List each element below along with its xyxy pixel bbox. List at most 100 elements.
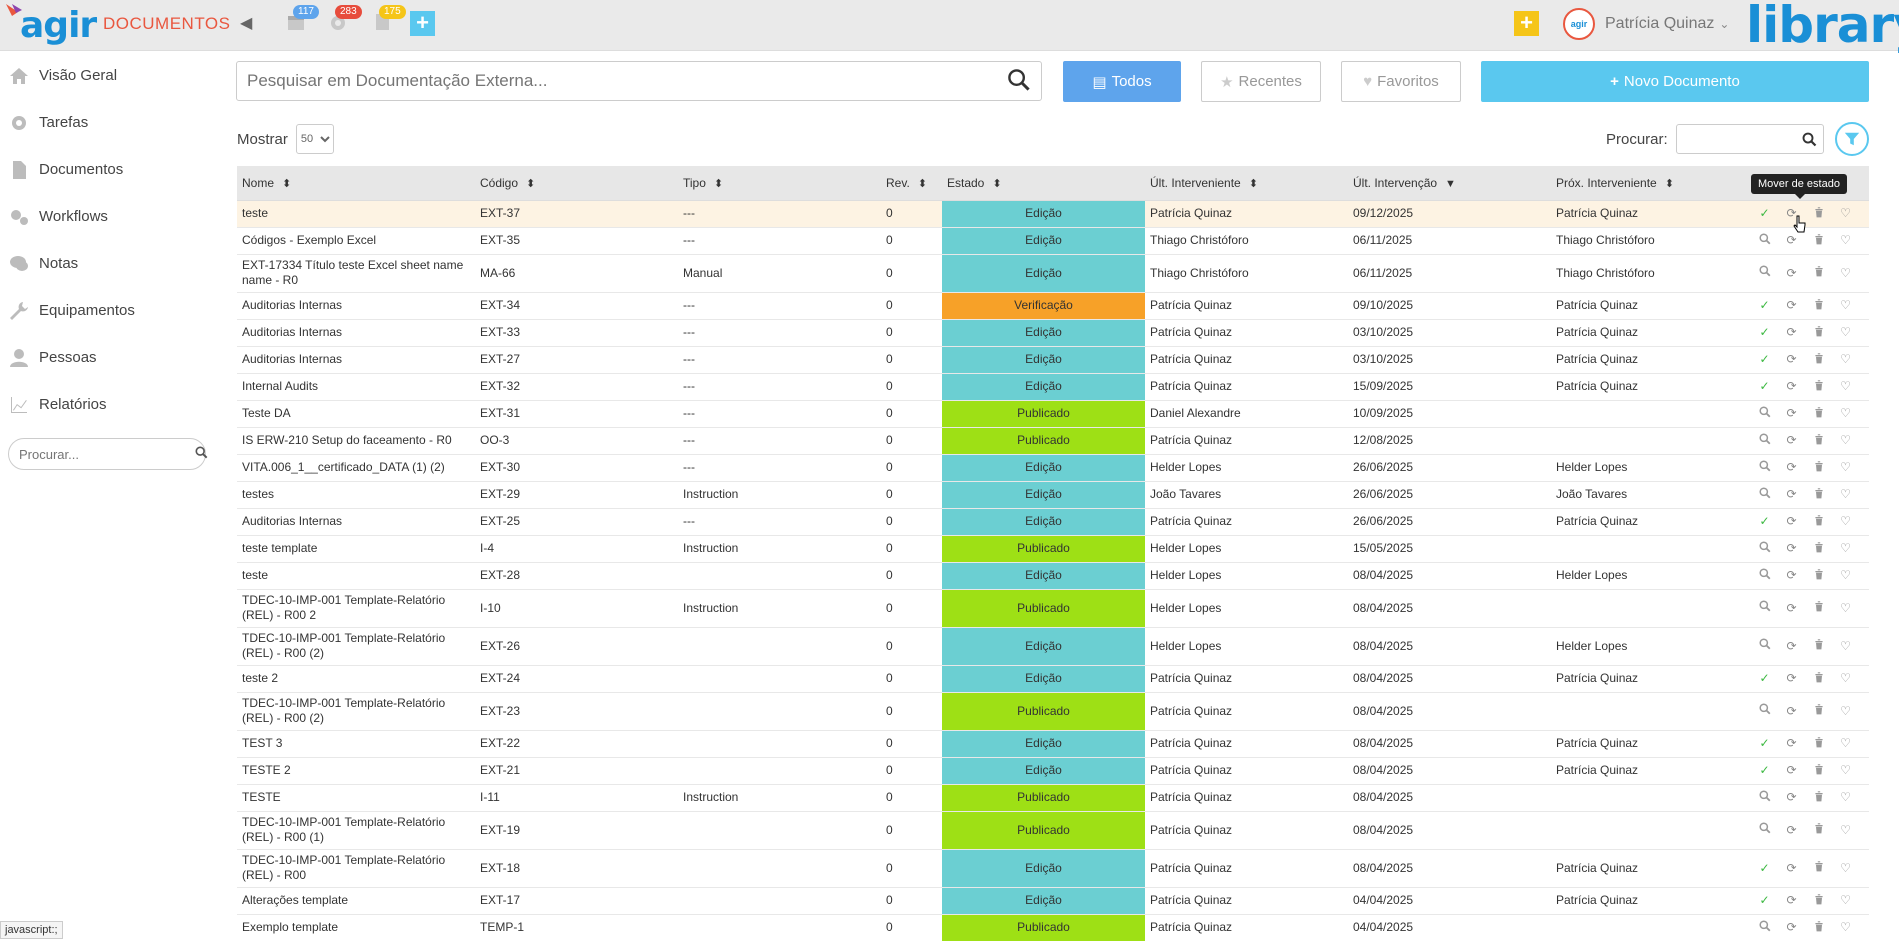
move-state-icon[interactable]: ⟳ — [1783, 298, 1800, 313]
col-nome[interactable]: Nome ⬍ — [237, 166, 475, 201]
trash-icon[interactable] — [1810, 568, 1827, 584]
cell-nome[interactable]: TESTE 2 — [237, 757, 475, 785]
advanced-filter-button[interactable] — [1835, 122, 1869, 156]
trash-icon[interactable] — [1810, 298, 1827, 314]
trash-icon[interactable] — [1810, 541, 1827, 557]
trash-icon[interactable] — [1810, 790, 1827, 806]
col-rev[interactable]: Rev. ⬍ — [881, 166, 942, 201]
favorite-icon[interactable]: ♡ — [1837, 352, 1854, 367]
cell-nome[interactable]: Auditorias Internas — [237, 292, 475, 320]
table-row[interactable]: teste EXT-37 --- 0 Edição Patrícia Quinaz 09/1… — [237, 200, 1869, 228]
col-ult-interveniente[interactable]: Últ. Interveniente ⬍ — [1145, 166, 1348, 201]
trash-icon[interactable] — [1810, 638, 1827, 654]
cell-nome[interactable]: TDEC-10-IMP-001 Template-Relatório (REL)… — [237, 811, 475, 850]
sidebar-item-equipamentos[interactable]: Equipamentos — [0, 287, 215, 334]
table-row[interactable]: Auditorias Internas EXT-27 --- 0 Edição Patrí… — [237, 346, 1869, 374]
table-row[interactable]: Alterações template EXT-17 0 Edição Patrícia… — [237, 887, 1869, 915]
table-row[interactable]: TDEC-10-IMP-001 Template-Relatório (REL)… — [237, 849, 1869, 888]
cell-nome[interactable]: Internal Audits — [237, 373, 475, 401]
cell-nome[interactable]: TDEC-10-IMP-001 Template-Relatório (REL)… — [237, 692, 475, 731]
favorite-icon[interactable]: ♡ — [1837, 514, 1854, 529]
col-ult-intervencao[interactable]: Últ. Intervenção ▼ — [1348, 166, 1551, 201]
col-codigo[interactable]: Código ⬍ — [475, 166, 678, 201]
sidebar-search-input[interactable] — [19, 446, 195, 462]
trash-icon[interactable] — [1810, 920, 1827, 936]
move-state-icon[interactable]: ⟳ — [1783, 514, 1800, 529]
approve-icon[interactable]: ✓ — [1756, 298, 1773, 313]
trash-icon[interactable] — [1810, 600, 1827, 616]
favorite-icon[interactable]: ♡ — [1837, 639, 1854, 654]
filter-favorites-button[interactable]: ♥ Favoritos — [1341, 61, 1461, 102]
trash-icon[interactable] — [1810, 763, 1827, 779]
tasks-notification[interactable]: 117 — [286, 5, 319, 34]
move-state-icon[interactable]: ⟳ — [1783, 541, 1800, 556]
user-menu[interactable]: agir Patrícia Quinaz ⌄ — [1563, 8, 1729, 40]
favorite-icon[interactable]: ♡ — [1837, 325, 1854, 340]
docs-notification[interactable]: 175 — [372, 5, 406, 34]
favorite-icon[interactable]: ♡ — [1837, 298, 1854, 313]
trash-icon[interactable] — [1810, 736, 1827, 752]
trash-icon[interactable] — [1810, 822, 1827, 838]
favorite-icon[interactable]: ♡ — [1837, 433, 1854, 448]
cell-nome[interactable]: teste template — [237, 535, 475, 563]
move-state-icon[interactable]: ⟳ — [1783, 568, 1800, 583]
table-row[interactable]: testes EXT-29 Instruction 0 Edição João Tavar… — [237, 481, 1869, 509]
move-state-icon[interactable]: ⟳ — [1783, 406, 1800, 421]
move-state-icon[interactable]: ⟳ — [1783, 433, 1800, 448]
table-row[interactable]: Exemplo template TEMP-1 0 Publicado Patrícia… — [237, 914, 1869, 941]
favorite-icon[interactable]: ♡ — [1837, 568, 1854, 583]
table-row[interactable]: EXT-17334 Título teste Excel sheet name … — [237, 254, 1869, 293]
move-state-icon[interactable]: ⟳ — [1783, 639, 1800, 654]
approve-icon[interactable]: ✓ — [1756, 325, 1773, 340]
table-row[interactable]: Auditorias Internas EXT-25 --- 0 Edição Patrí… — [237, 508, 1869, 536]
cell-nome[interactable]: IS ERW-210 Setup do faceamento - R0 — [237, 427, 475, 455]
sidebar-item-pessoas[interactable]: Pessoas — [0, 334, 215, 381]
move-state-icon[interactable]: ⟳ — [1783, 671, 1800, 686]
col-estado[interactable]: Estado ⬍ — [942, 166, 1145, 201]
quick-add-button[interactable]: + — [410, 11, 435, 36]
table-row[interactable]: IS ERW-210 Setup do faceamento - R0 OO-3-… — [237, 427, 1869, 455]
approve-icon[interactable]: ✓ — [1756, 893, 1773, 908]
trash-icon[interactable] — [1810, 325, 1827, 341]
favorite-icon[interactable]: ♡ — [1837, 601, 1854, 616]
move-state-icon[interactable]: ⟳ — [1783, 920, 1800, 935]
favorite-icon[interactable]: ♡ — [1837, 671, 1854, 686]
trash-icon[interactable] — [1810, 406, 1827, 422]
move-state-icon[interactable]: ⟳ — [1783, 379, 1800, 394]
cell-nome[interactable]: Auditorias Internas — [237, 508, 475, 536]
cell-nome[interactable]: VITA.006_1__certificado_DATA (1) (2) — [237, 454, 475, 482]
cell-nome[interactable]: EXT-17334 Título teste Excel sheet name … — [237, 254, 475, 293]
cell-nome[interactable]: teste — [237, 562, 475, 590]
cell-nome[interactable]: TDEC-10-IMP-001 Template-Relatório (REL)… — [237, 627, 475, 666]
view-icon[interactable] — [1756, 919, 1773, 936]
favorite-icon[interactable]: ♡ — [1837, 379, 1854, 394]
trash-icon[interactable] — [1810, 860, 1827, 876]
favorite-icon[interactable]: ♡ — [1837, 704, 1854, 719]
move-state-icon[interactable]: ⟳ — [1783, 233, 1800, 248]
approve-icon[interactable]: ✓ — [1756, 514, 1773, 529]
table-search-input[interactable] — [1675, 124, 1824, 154]
move-state-icon[interactable]: ⟳ — [1783, 736, 1800, 751]
sidebar-item-documentos[interactable]: Documentos — [0, 146, 215, 193]
trash-icon[interactable] — [1810, 514, 1827, 530]
favorite-icon[interactable]: ♡ — [1837, 487, 1854, 502]
table-row[interactable]: TESTE 2 EXT-21 0 Edição Patrícia Quinaz 08/04… — [237, 757, 1869, 785]
table-row[interactable]: teste template I-4 Instruction 0 Publicado He… — [237, 535, 1869, 563]
table-row[interactable]: Internal Audits EXT-32 --- 0 Edição Patrícia … — [237, 373, 1869, 401]
view-icon[interactable] — [1756, 459, 1773, 476]
approve-icon[interactable]: ✓ — [1756, 379, 1773, 394]
cell-nome[interactable]: Auditorias Internas — [237, 319, 475, 347]
collapse-sidebar-icon[interactable]: ◀ — [240, 13, 252, 33]
approve-icon[interactable]: ✓ — [1756, 763, 1773, 778]
trash-icon[interactable] — [1810, 460, 1827, 476]
table-row[interactable]: TDEC-10-IMP-001 Template-Relatório (REL)… — [237, 589, 1869, 628]
view-icon[interactable] — [1756, 703, 1773, 719]
trash-icon[interactable] — [1810, 893, 1827, 909]
sidebar-item-visao-geral[interactable]: Visão Geral — [0, 52, 215, 99]
favorite-icon[interactable]: ♡ — [1837, 266, 1854, 281]
sidebar-item-notas[interactable]: Notas — [0, 240, 215, 287]
favorite-icon[interactable]: ♡ — [1837, 233, 1854, 248]
cell-nome[interactable]: Alterações template — [237, 887, 475, 915]
view-icon[interactable] — [1756, 600, 1773, 616]
cell-nome[interactable]: TEST 3 — [237, 730, 475, 758]
